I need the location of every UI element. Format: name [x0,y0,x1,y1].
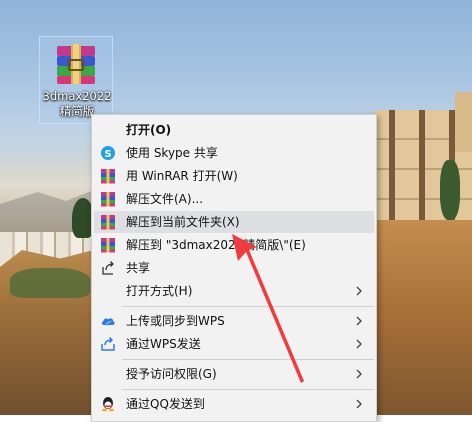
menu-item-open-with[interactable]: 打开方式(H) [94,280,374,302]
winrar-archive-icon [57,44,95,84]
menu-item-skype-share[interactable]: S 使用 Skype 共享 [94,142,374,164]
greenery [10,268,90,298]
menu-separator [122,389,374,390]
menu-item-label: 用 WinRAR 打开(W) [126,169,238,183]
winrar-icon [101,192,115,207]
menu-separator [122,306,374,307]
menu-item-extract-here[interactable]: 解压到当前文件夹(X) [94,211,374,233]
menu-item-share[interactable]: 共享 [94,257,374,279]
menu-item-label: 解压文件(A)... [126,192,204,206]
chevron-right-icon [356,399,362,409]
wps-cloud-icon [101,318,115,325]
chevron-right-icon [356,339,362,349]
menu-item-label: 共享 [126,261,151,275]
menu-item-give-access[interactable]: 授予访问权限(G) [94,363,374,385]
wps-send-icon [101,336,115,351]
menu-item-label: 解压到 "3dmax2022精简版\"(E) [126,238,306,252]
menu-item-qq-send[interactable]: 通过QQ发送到 [94,393,374,415]
chevron-right-icon [356,369,362,379]
svg-text:S: S [104,149,111,160]
menu-item-wps-sync[interactable]: 上传或同步到WPS [94,310,374,332]
winrar-icon [101,169,115,184]
menu-item-label: 解压到当前文件夹(X) [126,215,240,229]
menu-item-open[interactable]: 打开(O) [94,119,374,141]
menu-item-label: 通过QQ发送到 [126,397,205,411]
menu-item-label: 授予访问权限(G) [126,367,217,381]
menu-item-extract-files[interactable]: 解压文件(A)... [94,188,374,210]
chevron-right-icon [356,316,362,326]
winrar-icon [101,238,115,253]
desktop-icon-label-line1: 3dmax2022 [42,89,112,103]
winrar-icon [101,215,115,230]
menu-item-open-with-winrar[interactable]: 用 WinRAR 打开(W) [94,165,374,187]
tree-right [440,160,460,220]
chevron-right-icon [356,286,362,296]
desktop-icon-3dmax2022[interactable]: 3dmax2022 精简版 [39,36,113,124]
menu-item-extract-to-folder[interactable]: 解压到 "3dmax2022精简版\"(E) [94,234,374,256]
menu-item-label: 打开方式(H) [126,284,193,298]
qq-icon [102,397,114,412]
menu-item-label: 使用 Skype 共享 [126,146,218,160]
cliff-right [375,220,472,415]
building-tower [455,92,472,152]
menu-item-label: 通过WPS发送 [126,337,201,351]
menu-separator [122,359,374,360]
share-icon [102,261,114,275]
menu-item-label: 上传或同步到WPS [126,314,225,328]
menu-item-label: 打开(O) [126,123,172,137]
menu-item-wps-send[interactable]: 通过WPS发送 [94,333,374,355]
skype-icon: S [101,146,115,160]
context-menu: 打开(O) S 使用 Skype 共享 用 WinRAR 打开(W) 解压文件(… [91,114,377,422]
